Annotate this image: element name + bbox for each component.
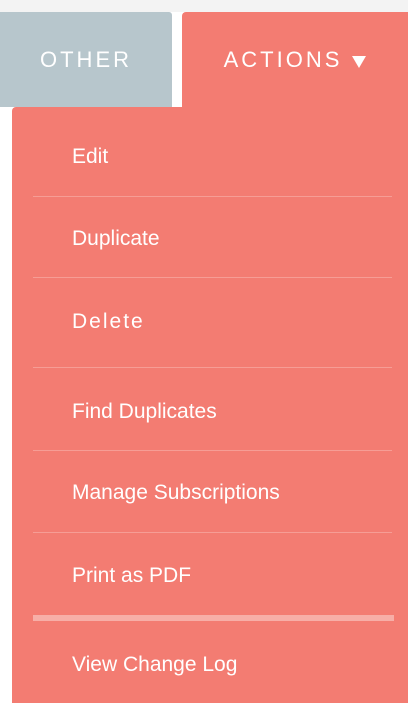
top-strip <box>0 0 408 12</box>
actions-menu: Edit Duplicate Delete Find Duplicates Ma… <box>12 107 408 703</box>
menu-divider-thick <box>33 615 394 621</box>
tab-actions[interactable]: ACTIONS <box>182 12 408 107</box>
triangle-down-icon <box>352 55 367 68</box>
menu-item-delete[interactable]: Delete <box>72 308 145 336</box>
actions-dropdown-screen: OTHER ACTIONS Edit Duplicate Delete Find… <box>0 0 408 703</box>
menu-divider <box>33 277 392 278</box>
menu-divider <box>33 450 392 451</box>
tab-actions-label: ACTIONS <box>223 46 343 72</box>
menu-item-find-duplicates[interactable]: Find Duplicates <box>72 398 217 426</box>
menu-item-manage-subscriptions[interactable]: Manage Subscriptions <box>72 479 280 507</box>
menu-divider <box>33 367 392 368</box>
menu-divider <box>33 532 392 533</box>
tab-other-label: OTHER <box>40 46 132 72</box>
menu-divider <box>33 196 392 197</box>
menu-item-edit[interactable]: Edit <box>72 143 108 171</box>
menu-item-duplicate[interactable]: Duplicate <box>72 225 160 253</box>
menu-item-print-as-pdf[interactable]: Print as PDF <box>72 562 191 590</box>
menu-item-view-change-log[interactable]: View Change Log <box>72 651 237 679</box>
tab-other[interactable]: OTHER <box>0 12 172 107</box>
